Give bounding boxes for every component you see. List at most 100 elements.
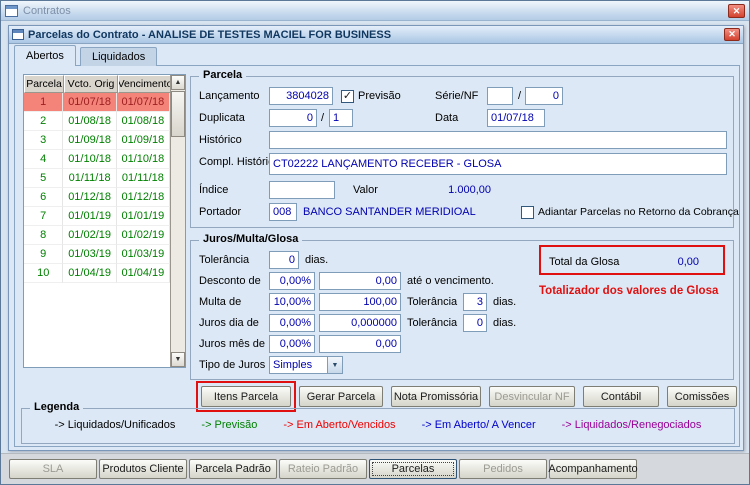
cell-parcela[interactable]: 3 xyxy=(24,131,64,150)
comissoes-button[interactable]: Comissões xyxy=(667,386,737,407)
juros-mes-valor-input[interactable] xyxy=(319,335,401,353)
lancamento-label: Lançamento xyxy=(199,90,260,102)
grid-row[interactable]: 10 01/04/19 01/04/19 xyxy=(24,264,170,283)
dialog-titlebar[interactable]: Parcelas do Contrato - ANALISE DE TESTES… xyxy=(9,26,743,44)
cell-vcto-orig[interactable]: 01/07/18 xyxy=(63,93,117,112)
cell-parcela[interactable]: 10 xyxy=(24,264,64,283)
cell-vencimento[interactable]: 01/11/18 xyxy=(116,169,170,188)
window-close-icon[interactable]: ✕ xyxy=(728,3,745,18)
cell-vencimento[interactable]: 01/10/18 xyxy=(116,150,170,169)
cell-parcela[interactable]: 5 xyxy=(24,169,64,188)
cell-parcela[interactable]: 2 xyxy=(24,112,64,131)
cell-parcela[interactable]: 6 xyxy=(24,188,64,207)
cell-parcela[interactable]: 4 xyxy=(24,150,64,169)
scroll-thumb[interactable] xyxy=(171,91,185,137)
serie-nf-separator: / xyxy=(518,90,522,102)
scroll-up-icon[interactable]: ▲ xyxy=(171,75,185,90)
juros-dia-pct-input[interactable] xyxy=(269,314,315,332)
cell-vencimento[interactable]: 01/12/18 xyxy=(116,188,170,207)
indice-input[interactable] xyxy=(269,181,335,199)
tipo-juros-select[interactable]: Simples ▼ xyxy=(269,356,343,374)
cell-parcela[interactable]: 8 xyxy=(24,226,64,245)
desconto-valor-input[interactable] xyxy=(319,272,401,290)
juros-dia-valor-input[interactable] xyxy=(319,314,401,332)
cell-vencimento[interactable]: 01/09/18 xyxy=(116,131,170,150)
adiantar-checkbox-box[interactable] xyxy=(521,205,534,219)
cell-vcto-orig[interactable]: 01/04/19 xyxy=(63,264,117,283)
cell-parcela[interactable]: 9 xyxy=(24,245,64,264)
grid-row[interactable]: 5 01/11/18 01/11/18 xyxy=(24,169,170,188)
produtos-cliente-button[interactable]: Produtos Cliente xyxy=(99,459,187,479)
parcelas-button[interactable]: Parcelas xyxy=(369,459,457,479)
multa-valor-input[interactable] xyxy=(319,293,401,311)
grid-scrollbar[interactable]: ▲ ▼ xyxy=(170,75,185,367)
juros-dia-suffix: dias. xyxy=(493,317,517,329)
cell-parcela[interactable]: 1 xyxy=(24,93,64,112)
grid-row[interactable]: 7 01/01/19 01/01/19 xyxy=(24,207,170,226)
total-glosa-label: Total da Glosa xyxy=(549,256,620,268)
historico-input[interactable] xyxy=(269,131,727,149)
multa-tolerancia-input[interactable] xyxy=(463,293,487,311)
adiantar-checkbox[interactable]: Adiantar Parcelas no Retorno da Cobrança xyxy=(521,203,739,221)
action-button-row: Itens Parcela Gerar Parcela Nota Promissór… xyxy=(15,386,741,407)
itens-parcela-button[interactable]: Itens Parcela xyxy=(201,386,291,407)
contabil-button[interactable]: Contábil xyxy=(583,386,659,407)
multa-pct-input[interactable] xyxy=(269,293,315,311)
grid-row[interactable]: 8 01/02/19 01/02/19 xyxy=(24,226,170,245)
dropdown-arrow-icon[interactable]: ▼ xyxy=(327,357,342,373)
data-input[interactable] xyxy=(487,109,545,127)
nf-input[interactable] xyxy=(525,87,563,105)
cell-vcto-orig[interactable]: 01/08/18 xyxy=(63,112,117,131)
parcela-padrao-button[interactable]: Parcela Padrão xyxy=(189,459,277,479)
grid-row[interactable]: 3 01/09/18 01/09/18 xyxy=(24,131,170,150)
grid-row[interactable]: 4 01/10/18 01/10/18 xyxy=(24,150,170,169)
previsao-checkbox[interactable]: ✓ Previsão xyxy=(341,87,401,105)
portador-input[interactable] xyxy=(269,203,297,221)
cell-vcto-orig[interactable]: 01/01/19 xyxy=(63,207,117,226)
duplicata-seq-input[interactable] xyxy=(329,109,353,127)
cell-vencimento[interactable]: 01/01/19 xyxy=(116,207,170,226)
scroll-down-icon[interactable]: ▼ xyxy=(171,352,185,367)
cell-parcela[interactable]: 7 xyxy=(24,207,64,226)
tipo-juros-label: Tipo de Juros xyxy=(199,359,266,371)
tab-abertos[interactable]: Abertos xyxy=(14,45,76,66)
cell-vcto-orig[interactable]: 01/11/18 xyxy=(63,169,117,188)
cell-vcto-orig[interactable]: 01/12/18 xyxy=(63,188,117,207)
desvincular-nf-button: Desvincular NF xyxy=(489,386,575,407)
cell-vcto-orig[interactable]: 01/02/19 xyxy=(63,226,117,245)
cell-vcto-orig[interactable]: 01/10/18 xyxy=(63,150,117,169)
tolerancia-input[interactable] xyxy=(269,251,299,269)
cell-vcto-orig[interactable]: 01/03/19 xyxy=(63,245,117,264)
cell-vencimento[interactable]: 01/03/19 xyxy=(116,245,170,264)
grid-col-parcela: Parcela xyxy=(24,75,64,93)
grid-row[interactable]: 6 01/12/18 01/12/18 xyxy=(24,188,170,207)
checkbox-check-icon[interactable]: ✓ xyxy=(341,89,354,103)
window-titlebar[interactable]: Contratos ✕ xyxy=(1,1,749,21)
dialog-close-icon[interactable]: ✕ xyxy=(724,28,740,41)
indice-label: Índice xyxy=(199,184,229,196)
dialog-icon xyxy=(12,29,24,40)
juros-dia-tolerancia-input[interactable] xyxy=(463,314,487,332)
cell-vencimento[interactable]: 01/02/19 xyxy=(116,226,170,245)
serie-input[interactable] xyxy=(487,87,513,105)
grid-row[interactable]: 9 01/03/19 01/03/19 xyxy=(24,245,170,264)
desconto-pct-input[interactable] xyxy=(269,272,315,290)
lancamento-input[interactable] xyxy=(269,87,333,105)
cell-vencimento[interactable]: 01/07/18 xyxy=(116,93,170,112)
duplicata-label: Duplicata xyxy=(199,112,245,124)
cell-vcto-orig[interactable]: 01/09/18 xyxy=(63,131,117,150)
grid-row[interactable]: 1 01/07/18 01/07/18 xyxy=(24,93,170,112)
grid-row[interactable]: 2 01/08/18 01/08/18 xyxy=(24,112,170,131)
cell-vencimento[interactable]: 01/08/18 xyxy=(116,112,170,131)
juros-mes-pct-input[interactable] xyxy=(269,335,315,353)
acompanhamento-button[interactable]: Acompanhamento xyxy=(548,459,638,479)
contratos-window: Contratos ✕ Parcelas do Contrato - ANALI… xyxy=(0,0,750,485)
parcelas-dialog: Parcelas do Contrato - ANALISE DE TESTES… xyxy=(8,25,744,451)
legend-item: -> Liquidados/Unificados xyxy=(54,419,176,431)
tab-liquidados[interactable]: Liquidados xyxy=(79,47,158,66)
nota-promissoria-button[interactable]: Nota Promissória xyxy=(391,386,481,407)
gerar-parcela-button[interactable]: Gerar Parcela xyxy=(299,386,383,407)
duplicata-input[interactable] xyxy=(269,109,317,127)
compl-historico-input[interactable] xyxy=(269,153,727,175)
cell-vencimento[interactable]: 01/04/19 xyxy=(116,264,170,283)
